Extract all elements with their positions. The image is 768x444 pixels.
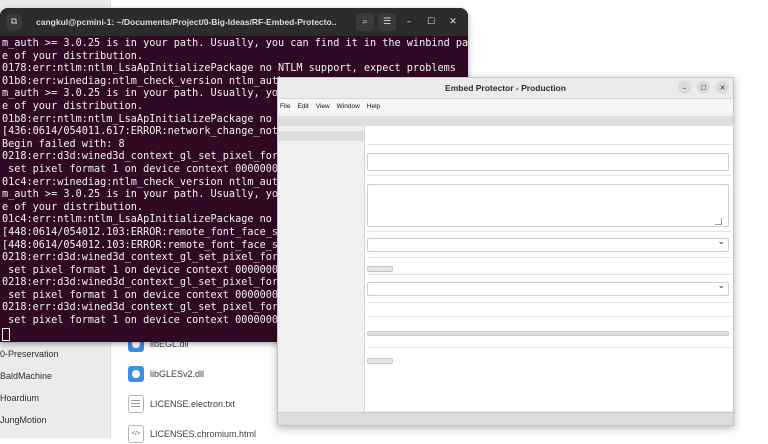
minimize-button[interactable]: – — [678, 81, 691, 94]
sidebar-item[interactable]: 0-Preservation — [0, 349, 59, 359]
close-button[interactable]: ✕ — [716, 81, 729, 94]
maximize-button[interactable]: ☐ — [697, 81, 710, 94]
toolbar-strip — [278, 116, 733, 126]
status-bar — [278, 412, 733, 425]
maximize-button[interactable]: ☐ — [422, 13, 440, 31]
menu-edit[interactable]: Edit — [297, 103, 308, 110]
menu-view[interactable]: View — [316, 103, 330, 110]
file-item[interactable]: LICENSE.electron.txt — [128, 394, 235, 414]
terminal-title: cangkul@pcmini-1: ~/Documents/Project/0-… — [36, 17, 336, 27]
textarea[interactable] — [367, 184, 729, 227]
menu-help[interactable]: Help — [367, 103, 380, 110]
progress-bar — [367, 331, 729, 336]
divider — [367, 274, 731, 275]
file-name: libGLESv2.dll — [150, 369, 205, 379]
file-item[interactable]: libGLESv2.dll — [128, 364, 204, 384]
terminal-titlebar[interactable]: ⧉ cangkul@pcmini-1: ~/Documents/Project/… — [0, 8, 468, 36]
text-file-icon — [128, 395, 144, 413]
nav-selected-item[interactable] — [278, 131, 364, 141]
form-panel: ⌄ ⌄ — [365, 126, 733, 411]
dropdown-select[interactable]: ⌄ — [367, 237, 729, 252]
menu-bar: File Edit View Window Help — [278, 99, 733, 113]
file-item[interactable]: </> LICENSES.chromium.html — [128, 424, 256, 444]
divider — [367, 231, 731, 232]
window-title: Embed Protector - Production — [445, 83, 566, 93]
small-button[interactable] — [367, 358, 393, 364]
html-file-icon: </> — [128, 425, 144, 443]
hamburger-menu-icon[interactable]: ☰ — [378, 13, 396, 31]
embed-protector-titlebar[interactable]: Embed Protector - Production – ☐ ✕ — [278, 78, 733, 99]
divider — [367, 316, 731, 317]
new-tab-icon[interactable]: ⧉ — [6, 14, 22, 30]
minimize-button[interactable]: – — [400, 13, 418, 31]
divider — [367, 175, 731, 176]
menu-window[interactable]: Window — [337, 103, 360, 110]
sidebar-item[interactable]: JungMotion — [0, 415, 47, 425]
chevron-down-icon: ⌄ — [717, 237, 725, 247]
terminal-line: e of your distribution. — [2, 50, 144, 62]
dropdown-select[interactable]: ⌄ — [367, 281, 729, 296]
dll-icon — [128, 366, 144, 382]
menu-file[interactable]: File — [280, 103, 290, 110]
navigation-panel — [278, 126, 365, 411]
chevron-down-icon: ⌄ — [717, 281, 725, 291]
resize-handle-icon[interactable] — [715, 218, 722, 225]
divider — [367, 302, 731, 303]
text-input[interactable] — [367, 153, 729, 171]
divider — [367, 144, 731, 145]
terminal-line: 0178:err:ntlm:ntlm_LsaApInitializePackag… — [2, 63, 456, 75]
file-name: LICENSE.electron.txt — [150, 399, 236, 409]
sidebar-item[interactable]: Hoardium — [0, 393, 39, 403]
terminal-line: m_auth >= 3.0.25 is in your path. Usuall… — [2, 38, 468, 49]
divider — [367, 257, 731, 258]
search-icon[interactable]: ⌕ — [356, 13, 374, 31]
sidebar-item[interactable]: BaldMachine — [0, 371, 52, 381]
small-button[interactable] — [367, 266, 393, 272]
embed-protector-window[interactable]: Embed Protector - Production – ☐ ✕ File … — [277, 77, 734, 426]
close-button[interactable]: ✕ — [444, 13, 462, 31]
divider — [367, 347, 731, 348]
